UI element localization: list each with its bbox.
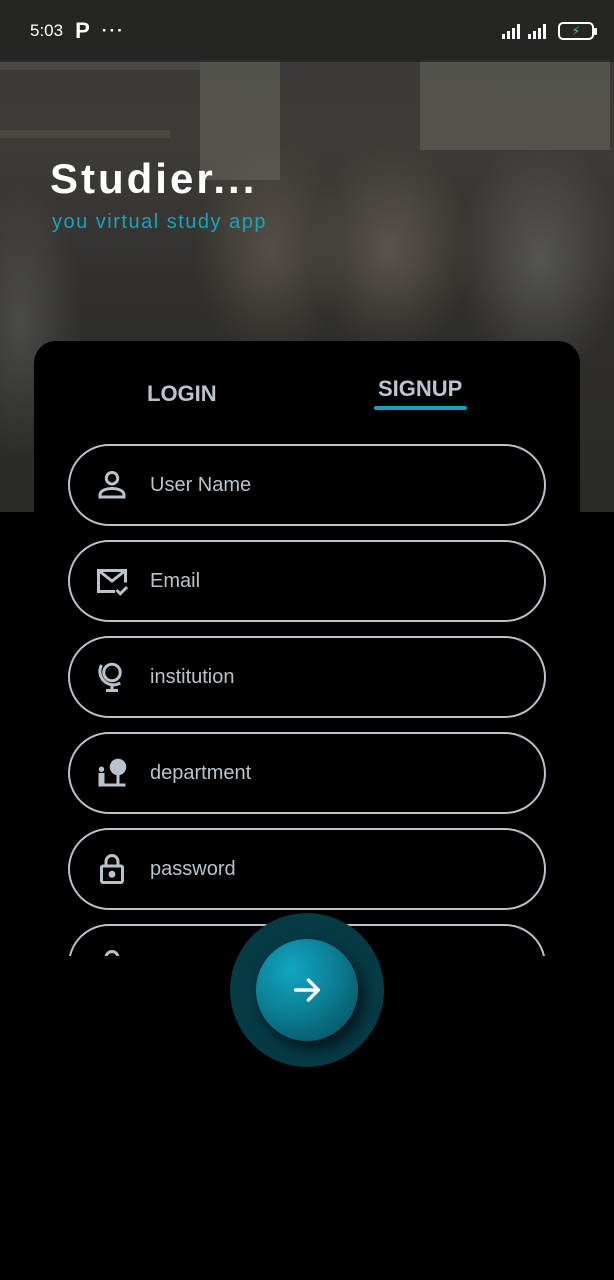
username-field[interactable]: [68, 444, 546, 526]
app-subtitle: you virtual study app: [52, 211, 267, 233]
app-title: Studier...: [50, 155, 258, 202]
globe-icon: [92, 657, 132, 697]
lock-icon: [92, 849, 132, 889]
signup-form: [68, 444, 546, 956]
department-field[interactable]: [68, 732, 546, 814]
status-bar: 5:03 P ··· ⚡: [0, 0, 614, 62]
department-icon: [92, 753, 132, 793]
auth-card: LOGIN SIGNUP: [34, 341, 580, 961]
signal-icon: [502, 23, 520, 39]
password-field[interactable]: [68, 828, 546, 910]
tab-login[interactable]: LOGIN: [147, 381, 217, 407]
password-input[interactable]: [150, 857, 510, 881]
institution-field[interactable]: [68, 636, 546, 718]
username-input[interactable]: [150, 473, 510, 497]
department-input[interactable]: [150, 761, 510, 785]
active-tab-indicator: [374, 406, 467, 410]
lock-icon: [92, 945, 132, 956]
user-icon: [92, 465, 132, 505]
tab-signup[interactable]: SIGNUP: [378, 376, 462, 402]
submit-button-ring: [230, 913, 384, 1067]
institution-input[interactable]: [150, 665, 510, 689]
more-notifications-icon: ···: [101, 21, 125, 40]
email-input[interactable]: [150, 569, 510, 593]
status-time: 5:03: [30, 21, 64, 40]
arrow-right-icon: [293, 978, 321, 1002]
battery-charging-icon: ⚡: [558, 22, 597, 40]
submit-button[interactable]: [256, 939, 358, 1041]
email-field[interactable]: [68, 540, 546, 622]
app-notification-icon: P: [75, 18, 90, 43]
signal-icon: [528, 23, 546, 39]
email-check-icon: [92, 561, 132, 601]
